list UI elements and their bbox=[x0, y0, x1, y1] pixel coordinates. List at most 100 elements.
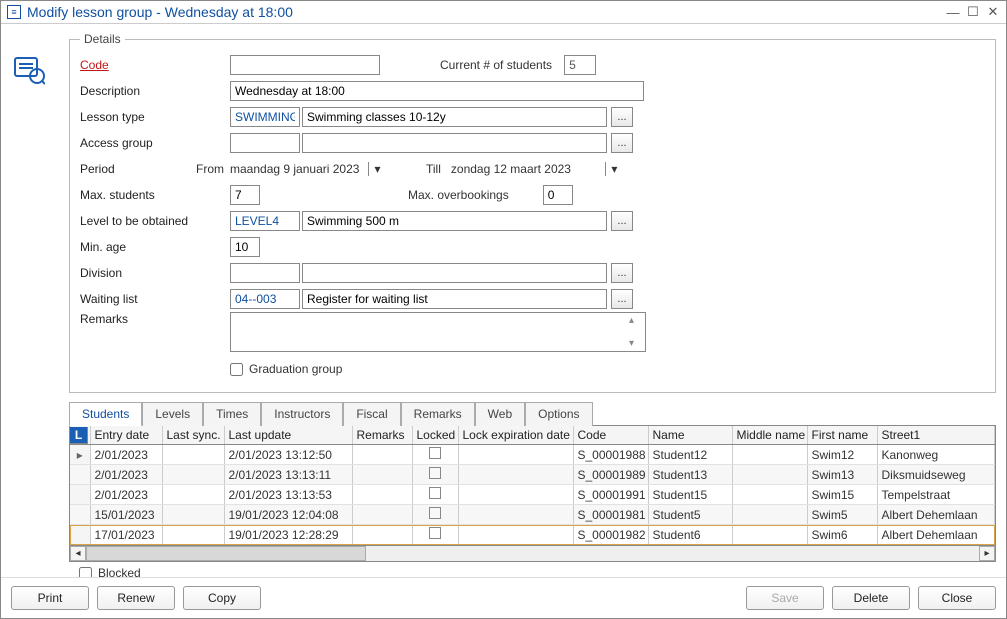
max-overbookings-input[interactable] bbox=[543, 185, 573, 205]
cell-entry-date: 2/01/2023 bbox=[90, 445, 162, 465]
graduation-group-checkbox[interactable] bbox=[230, 363, 243, 376]
cell-code: S_00001982 bbox=[573, 525, 648, 545]
delete-button[interactable]: Delete bbox=[832, 586, 910, 610]
waiting-list-code[interactable] bbox=[230, 289, 300, 309]
blocked-checkbox[interactable] bbox=[79, 567, 92, 578]
cell-last-sync bbox=[162, 445, 224, 465]
close-window-button[interactable]: ✕ bbox=[986, 4, 1000, 20]
document-icon: ≡ bbox=[7, 5, 21, 19]
copy-button[interactable]: Copy bbox=[183, 586, 261, 610]
chevron-down-icon[interactable]: ▾ bbox=[368, 162, 386, 176]
remarks-scroll[interactable]: ▴▾ bbox=[629, 315, 643, 349]
cell-remarks bbox=[352, 485, 412, 505]
access-group-name[interactable] bbox=[302, 133, 607, 153]
chevron-down-icon[interactable]: ▾ bbox=[605, 162, 623, 176]
waiting-list-browse-button[interactable]: ... bbox=[611, 289, 633, 309]
division-code[interactable] bbox=[230, 263, 300, 283]
cell-locked[interactable] bbox=[412, 465, 458, 485]
row-handle[interactable] bbox=[70, 485, 90, 505]
col-entry-date[interactable]: Entry date bbox=[90, 426, 162, 445]
col-lock-expiration[interactable]: Lock expiration date bbox=[458, 426, 573, 445]
lesson-type-label: Lesson type bbox=[80, 110, 230, 124]
description-input[interactable] bbox=[230, 81, 644, 101]
access-group-code[interactable] bbox=[230, 133, 300, 153]
lesson-type-name[interactable] bbox=[302, 107, 607, 127]
titlebar: ≡ Modify lesson group - Wednesday at 18:… bbox=[1, 1, 1006, 24]
level-name[interactable] bbox=[302, 211, 607, 231]
col-locked[interactable]: Locked bbox=[412, 426, 458, 445]
cell-locked[interactable] bbox=[412, 525, 458, 545]
division-browse-button[interactable]: ... bbox=[611, 263, 633, 283]
horizontal-scrollbar[interactable]: ◂ ▸ bbox=[70, 545, 995, 561]
tab-fiscal[interactable]: Fiscal bbox=[343, 402, 400, 426]
scroll-thumb[interactable] bbox=[86, 546, 366, 561]
row-handle[interactable] bbox=[70, 505, 90, 525]
cell-locked[interactable] bbox=[412, 445, 458, 465]
tab-times[interactable]: Times bbox=[203, 402, 261, 426]
renew-button[interactable]: Renew bbox=[97, 586, 175, 610]
access-group-label: Access group bbox=[80, 136, 230, 150]
period-till-picker[interactable]: zondag 12 maart 2023 ▾ bbox=[451, 162, 623, 176]
cell-locked[interactable] bbox=[412, 485, 458, 505]
tab-students[interactable]: Students bbox=[69, 402, 142, 426]
maximize-button[interactable]: ☐ bbox=[966, 4, 980, 20]
cell-entry-date: 2/01/2023 bbox=[90, 485, 162, 505]
access-group-browse-button[interactable]: ... bbox=[611, 133, 633, 153]
min-age-input[interactable] bbox=[230, 237, 260, 257]
cell-lock-exp bbox=[458, 465, 573, 485]
col-code[interactable]: Code bbox=[573, 426, 648, 445]
cell-first-name: Swim13 bbox=[807, 465, 877, 485]
cell-lock-exp bbox=[458, 445, 573, 465]
scroll-right-icon[interactable]: ▸ bbox=[979, 546, 995, 561]
division-name[interactable] bbox=[302, 263, 607, 283]
cell-first-name: Swim15 bbox=[807, 485, 877, 505]
tab-options[interactable]: Options bbox=[525, 402, 592, 426]
cell-street: Albert Dehemlaan bbox=[877, 505, 995, 525]
tab-web[interactable]: Web bbox=[475, 402, 525, 426]
cell-remarks bbox=[352, 465, 412, 485]
level-code[interactable] bbox=[230, 211, 300, 231]
lesson-type-browse-button[interactable]: ... bbox=[611, 107, 633, 127]
code-input[interactable] bbox=[230, 55, 380, 75]
max-students-input[interactable] bbox=[230, 185, 260, 205]
lesson-type-code[interactable] bbox=[230, 107, 300, 127]
col-middle-name[interactable]: Middle name bbox=[732, 426, 807, 445]
cell-code: S_00001991 bbox=[573, 485, 648, 505]
tab-instructors[interactable]: Instructors bbox=[261, 402, 343, 426]
col-first-name[interactable]: First name bbox=[807, 426, 877, 445]
tab-remarks[interactable]: Remarks bbox=[401, 402, 475, 426]
code-label[interactable]: Code bbox=[80, 58, 230, 72]
cell-code: S_00001989 bbox=[573, 465, 648, 485]
remarks-textarea[interactable]: ▴▾ bbox=[230, 312, 646, 352]
table-row[interactable]: 2/01/20232/01/2023 13:13:11S_00001989Stu… bbox=[70, 465, 995, 485]
table-row[interactable]: 17/01/202319/01/2023 12:28:29S_00001982S… bbox=[70, 525, 995, 545]
details-fieldset: Details Code Current # of students Descr… bbox=[69, 32, 996, 393]
division-label: Division bbox=[80, 266, 230, 280]
cell-lock-exp bbox=[458, 505, 573, 525]
cell-entry-date: 15/01/2023 bbox=[90, 505, 162, 525]
tab-levels[interactable]: Levels bbox=[142, 402, 203, 426]
cell-last-update: 19/01/2023 12:04:08 bbox=[224, 505, 352, 525]
row-handle[interactable]: ▸ bbox=[70, 445, 90, 465]
cell-locked[interactable] bbox=[412, 505, 458, 525]
row-handle[interactable] bbox=[70, 525, 90, 545]
table-row[interactable]: ▸2/01/20232/01/2023 13:12:50S_00001988St… bbox=[70, 445, 995, 465]
row-handle[interactable] bbox=[70, 465, 90, 485]
grid-header-row: L Entry date Last sync. Last update Rema… bbox=[70, 426, 995, 445]
minimize-button[interactable]: — bbox=[946, 5, 960, 20]
graduation-group-label: Graduation group bbox=[249, 362, 342, 376]
remarks-label: Remarks bbox=[80, 312, 230, 326]
period-from-picker[interactable]: maandag 9 januari 2023 ▾ bbox=[230, 162, 386, 176]
col-street1[interactable]: Street1 bbox=[877, 426, 995, 445]
waiting-list-name[interactable] bbox=[302, 289, 607, 309]
scroll-left-icon[interactable]: ◂ bbox=[70, 546, 86, 561]
close-button[interactable]: Close bbox=[918, 586, 996, 610]
col-last-update[interactable]: Last update bbox=[224, 426, 352, 445]
col-remarks[interactable]: Remarks bbox=[352, 426, 412, 445]
col-name[interactable]: Name bbox=[648, 426, 732, 445]
level-browse-button[interactable]: ... bbox=[611, 211, 633, 231]
table-row[interactable]: 2/01/20232/01/2023 13:13:53S_00001991Stu… bbox=[70, 485, 995, 505]
print-button[interactable]: Print bbox=[11, 586, 89, 610]
col-last-sync[interactable]: Last sync. bbox=[162, 426, 224, 445]
table-row[interactable]: 15/01/202319/01/2023 12:04:08S_00001981S… bbox=[70, 505, 995, 525]
